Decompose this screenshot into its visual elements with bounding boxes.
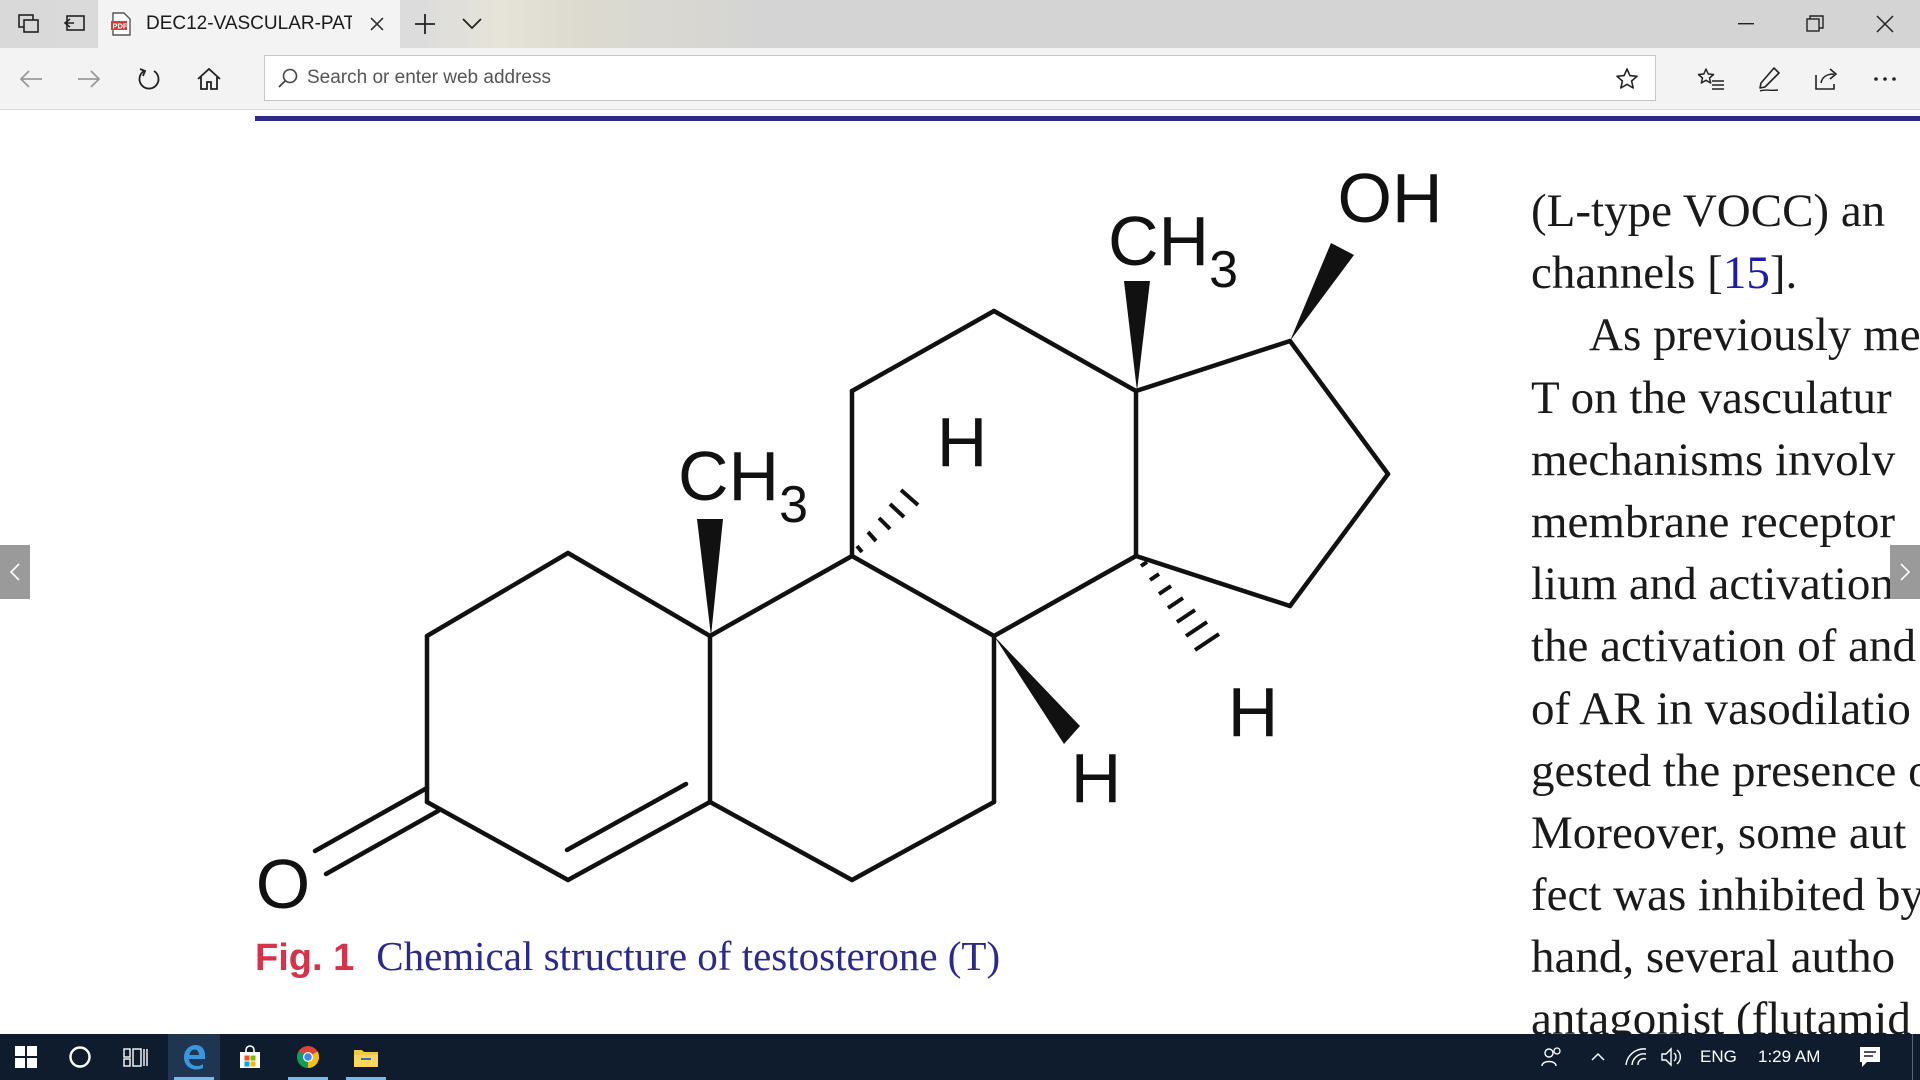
pdf-viewer: O CH3 CH3 OH H H H Fig. 1 Chemical struct…: [0, 110, 1920, 1034]
body-text-segment: (L-type VOCC) an: [1531, 185, 1886, 237]
chevron-right-icon: [1900, 563, 1911, 581]
body-text-segment: As previously me: [1589, 309, 1920, 362]
body-text-line: antagonist (flutamid: [1531, 988, 1920, 1034]
body-text-segment: channels [: [1531, 247, 1723, 300]
body-text-segment: Moreover, some aut: [1531, 806, 1907, 859]
body-text-line: channels [15].: [1531, 242, 1920, 304]
body-text-line: of AR in vasodilatio: [1531, 678, 1920, 740]
chevron-up-icon[interactable]: [1578, 1034, 1618, 1080]
pdf-icon: PDF: [110, 12, 132, 36]
figure-caption: Fig. 1 Chemical structure of testosterone…: [255, 932, 1000, 980]
chrome-icon[interactable]: [282, 1034, 334, 1080]
body-text-segment: antagonist (flutamid: [1531, 993, 1911, 1034]
wifi-icon[interactable]: [1618, 1034, 1654, 1080]
testosterone-structure: O CH3 CH3 OH H H H: [256, 159, 1443, 923]
molecule-bonds: [312, 308, 1391, 883]
body-text-line: fect was inhibited by: [1531, 864, 1920, 926]
search-icon: [277, 67, 299, 89]
window-close-icon[interactable]: [1850, 0, 1920, 48]
next-page-button[interactable]: [1890, 545, 1920, 599]
windows-start-icon[interactable]: [0, 1034, 52, 1080]
forward-arrow-icon[interactable]: [62, 48, 116, 110]
chevron-down-icon[interactable]: [450, 0, 494, 48]
new-tab-icon[interactable]: [400, 0, 450, 48]
molecule-hashed-bonds: [855, 488, 1221, 652]
store-icon[interactable]: [224, 1034, 276, 1080]
body-text-line: lium and activation: [1531, 553, 1920, 615]
figure-caption-label: Fig. 1: [255, 937, 355, 979]
body-text-segment: mechanisms involv: [1531, 433, 1896, 486]
body-text-segment: lium and activation: [1531, 558, 1894, 611]
wedge-bond-c10-methyl: [697, 519, 723, 636]
file-explorer-icon[interactable]: [340, 1034, 392, 1080]
atom-label-hydrogen-c8: H: [1071, 739, 1122, 817]
atom-label-hydrogen-c9: H: [937, 403, 988, 481]
atom-label-oxygen: O: [256, 845, 310, 923]
wedge-bond-c17-hydroxyl: [1290, 243, 1354, 341]
body-text-line: As previously me: [1531, 304, 1920, 366]
wedge-bond-c13-methyl: [1124, 281, 1150, 391]
body-text-line: mechanisms involv: [1531, 429, 1920, 491]
address-input[interactable]: [307, 58, 1587, 98]
pen-icon[interactable]: [1742, 48, 1796, 110]
body-text-segment: ].: [1769, 247, 1798, 300]
refresh-icon[interactable]: [122, 48, 176, 110]
body-text-segment: membrane receptor: [1531, 495, 1896, 548]
body-text-segment: hand, several autho: [1531, 931, 1896, 984]
svg-text:PDF: PDF: [113, 22, 128, 31]
body-text-line: membrane receptor: [1531, 491, 1920, 553]
volume-icon[interactable]: [1654, 1034, 1690, 1080]
document-body-text: (L-type VOCC) an channels [15]. As previou…: [1531, 180, 1920, 1034]
tab-sets-icon[interactable]: [6, 0, 52, 48]
show-desktop-button[interactable]: [1912, 1034, 1920, 1080]
body-text-segment: of AR in vasodilatio: [1531, 682, 1911, 735]
home-icon[interactable]: [182, 48, 236, 110]
task-view-icon[interactable]: [112, 1034, 160, 1080]
body-text-segment: the activation of and: [1531, 620, 1916, 673]
restore-icon[interactable]: [1780, 0, 1850, 48]
people-icon[interactable]: [1530, 1034, 1574, 1080]
chevron-left-icon: [9, 563, 20, 581]
body-text-segment: fect was inhibited by: [1531, 869, 1920, 922]
body-text-segment: gested the presence o: [1531, 744, 1920, 797]
tab-title: DEC12-VASCULAR-PATH: [146, 13, 352, 34]
address-bar[interactable]: [264, 55, 1656, 101]
close-icon[interactable]: [366, 13, 388, 35]
edge-icon[interactable]: [168, 1034, 220, 1080]
atom-label-hydrogen-c14: H: [1228, 673, 1279, 751]
cortana-icon[interactable]: [56, 1034, 104, 1080]
body-text-line: Moreover, some aut: [1531, 802, 1920, 864]
navigation-bar: [0, 48, 1920, 110]
tab-preview-icon[interactable]: [52, 0, 98, 48]
body-text-segment: T on the vasculatur: [1531, 371, 1892, 424]
language-indicator[interactable]: ENG: [1700, 1034, 1737, 1080]
title-bar: PDF DEC12-VASCULAR-PATH: [0, 0, 1920, 48]
favorites-list-icon[interactable]: [1684, 48, 1738, 110]
atom-label-hydroxyl: OH: [1338, 159, 1443, 237]
taskbar: ENG 1:29 AM: [0, 1034, 1920, 1080]
clock[interactable]: 1:29 AM: [1758, 1034, 1820, 1080]
wedge-bond-c8-hydrogen: [994, 636, 1080, 744]
action-center-icon[interactable]: [1848, 1034, 1892, 1080]
more-icon[interactable]: [1858, 48, 1912, 110]
body-text-line: the activation of and: [1531, 615, 1920, 677]
minimize-icon[interactable]: [1712, 0, 1780, 48]
back-arrow-icon[interactable]: [4, 48, 58, 110]
body-text-line: T on the vasculatur: [1531, 367, 1920, 429]
body-text-line: hand, several autho: [1531, 926, 1920, 988]
browser-tab[interactable]: PDF DEC12-VASCULAR-PATH: [98, 0, 400, 48]
reference-link[interactable]: 15: [1723, 247, 1770, 299]
body-text-line: gested the presence o: [1531, 740, 1920, 802]
figure-caption-text: Chemical structure of testosterone (T): [376, 933, 1001, 979]
share-icon[interactable]: [1800, 48, 1854, 110]
favorite-star-icon[interactable]: [1615, 67, 1639, 91]
body-text-line: (L-type VOCC) an: [1531, 180, 1920, 242]
previous-page-button[interactable]: [0, 545, 30, 599]
molecule-atom-labels: O CH3 CH3 OH H H H: [256, 159, 1443, 923]
